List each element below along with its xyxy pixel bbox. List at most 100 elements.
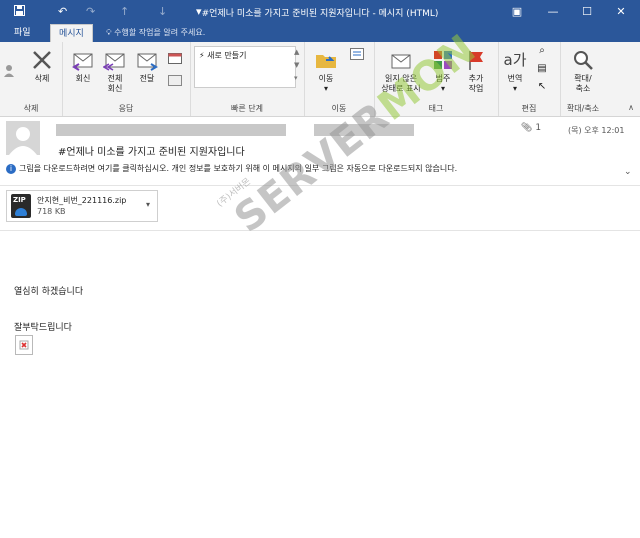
rules-button[interactable] bbox=[348, 48, 366, 63]
delete-icon bbox=[33, 51, 51, 69]
reply-all-icon bbox=[103, 53, 125, 71]
forward-button[interactable]: 전달 bbox=[132, 48, 162, 84]
more-respond-button[interactable] bbox=[166, 74, 184, 89]
message-header: 📎︎ 1 (목) 오후 12:01 #언제나 미소를 가지고 준비된 지원자입니… bbox=[0, 117, 640, 187]
zip-file-icon: ZIP bbox=[11, 194, 31, 218]
move-button[interactable]: 이동 ▾ bbox=[310, 48, 342, 94]
follow-up-button[interactable]: 추가 작업 bbox=[460, 48, 492, 94]
group-label-tags: 태그 bbox=[428, 104, 444, 113]
info-icon: i bbox=[6, 163, 16, 174]
reply-all-button[interactable]: 전체 회신 bbox=[100, 48, 130, 94]
tab-file[interactable]: 파일 bbox=[6, 24, 39, 42]
body-divider bbox=[0, 230, 640, 231]
header-divider bbox=[0, 185, 640, 186]
attachment-name: 안지현_비번_221116.zip bbox=[37, 196, 127, 205]
delete-button[interactable]: 삭제 bbox=[26, 48, 58, 84]
flag-icon bbox=[469, 51, 483, 70]
zoom-button[interactable]: 확대/ 축소 bbox=[564, 48, 602, 94]
more-respond-icon bbox=[168, 75, 182, 86]
mark-unread-label-1: 읽지 않은 bbox=[385, 74, 417, 83]
group-zoom: 확대/ 축소 확대/축소 bbox=[560, 42, 606, 116]
group-quick-steps: ⚡︎ 새로 만들기 ▲ ▼ ▾ 빠른 단계 bbox=[190, 42, 305, 116]
rules-icon bbox=[350, 48, 364, 60]
download-pictures-infobar[interactable]: i 그림을 다운로드하려면 여기를 클릭하십시오. 개인 정보를 보호하기 위해 … bbox=[6, 161, 632, 177]
translate-icon: a가 bbox=[503, 51, 527, 69]
zoom-label-2: 축소 bbox=[575, 84, 591, 93]
broken-image-icon bbox=[15, 335, 33, 355]
group-label-respond: 응답 bbox=[118, 104, 134, 113]
translate-label: 번역 bbox=[507, 74, 523, 83]
group-label-quick-steps: 빠른 단계 bbox=[231, 104, 263, 113]
sender-redacted bbox=[56, 124, 286, 136]
group-label-zoom: 확대/축소 bbox=[566, 104, 600, 113]
paperclip-icon: 📎︎ bbox=[521, 123, 533, 133]
meeting-icon bbox=[168, 53, 182, 64]
attachment-chip[interactable]: ZIP 안지현_비번_221116.zip 718 KB ▾ bbox=[6, 190, 158, 222]
group-label-delete: 삭제 bbox=[23, 104, 39, 113]
minimize-button[interactable]: — bbox=[540, 3, 566, 21]
header-expand-icon[interactable]: ⌄ bbox=[624, 167, 632, 177]
meeting-button[interactable] bbox=[166, 52, 184, 67]
related-button[interactable]: ▤ bbox=[532, 64, 552, 74]
find-button[interactable]: ⌕ bbox=[532, 46, 552, 56]
body-line-2: 잘부탁드립니다 bbox=[14, 323, 72, 333]
translate-button[interactable]: a가 번역 ▾ bbox=[500, 48, 530, 94]
forward-icon bbox=[137, 53, 158, 71]
quick-step-new-label: 새로 만들기 bbox=[207, 51, 247, 60]
ribbon: 삭제 삭제 회신 전체 회신 전달 응답 ⚡︎ 새로 만들기 ▲ ▼ ▾ 빠른 … bbox=[0, 42, 640, 117]
folder-move-icon bbox=[316, 55, 336, 68]
related-icon: ▤ bbox=[537, 63, 547, 74]
person-silhouette-icon bbox=[9, 127, 37, 155]
quick-steps-scroll[interactable]: ▲ ▼ ▾ bbox=[294, 46, 299, 85]
categorize-label: 범주 bbox=[435, 74, 451, 83]
ribbon-display-icon[interactable]: ▣ bbox=[504, 3, 530, 21]
group-respond: 회신 전체 회신 전달 응답 bbox=[62, 42, 191, 116]
tab-message[interactable]: 메시지 bbox=[50, 24, 93, 43]
attachment-count: 📎︎ 1 bbox=[521, 123, 541, 133]
zip-icon-label: ZIP bbox=[13, 196, 26, 204]
ribbon-tabs: 파일 메시지 💡︎ 수행할 작업을 알려 주세요. bbox=[0, 24, 640, 43]
delete-label: 삭제 bbox=[34, 74, 50, 83]
reply-button[interactable]: 회신 bbox=[68, 48, 98, 84]
maximize-button[interactable]: ☐ bbox=[574, 3, 600, 21]
lightbulb-icon: 💡︎ bbox=[106, 28, 112, 37]
body-line-1: 열심히 하겠습니다 bbox=[14, 287, 84, 297]
reply-all-label-1: 전체 bbox=[107, 74, 123, 83]
group-label-edit: 편집 bbox=[521, 104, 537, 113]
mark-unread-icon bbox=[391, 54, 411, 69]
categorize-button[interactable]: 범주 ▾ bbox=[428, 48, 458, 94]
translate-dropdown-icon: ▾ bbox=[512, 84, 517, 93]
quick-step-new[interactable]: ⚡︎ 새로 만들기 bbox=[195, 47, 295, 61]
collapse-ribbon-icon[interactable]: ∧ bbox=[628, 103, 634, 112]
select-icon: ↖ bbox=[537, 81, 547, 92]
group-move: 이동 ▾ 이동 bbox=[304, 42, 375, 116]
recipient-redacted bbox=[314, 124, 414, 136]
mark-unread-label-2: 상태로 표시 bbox=[381, 84, 421, 93]
message-time: (목) 오후 12:01 bbox=[568, 126, 625, 135]
attachment-size: 718 KB bbox=[37, 207, 66, 216]
categorize-icon bbox=[434, 51, 452, 69]
group-delete: 삭제 삭제 bbox=[0, 42, 63, 116]
quick-steps-gallery[interactable]: ⚡︎ 새로 만들기 bbox=[194, 46, 296, 88]
select-button[interactable]: ↖ bbox=[532, 82, 552, 92]
title-bar: ↶ ↷ ↑ ↓ ▾ #언제나 미소를 가지고 준비된 지원자입니다 - 메시지 … bbox=[0, 0, 640, 24]
attachment-count-value: 1 bbox=[535, 123, 542, 133]
avatar bbox=[6, 121, 40, 155]
move-dropdown-icon: ▾ bbox=[323, 84, 328, 93]
infobar-text: 그림을 다운로드하려면 여기를 클릭하십시오. 개인 정보를 보호하기 위해 이… bbox=[19, 164, 458, 173]
close-button[interactable]: ✕ bbox=[608, 3, 634, 21]
lightning-icon: ⚡︎ bbox=[199, 51, 205, 60]
follow-up-label-1: 추가 bbox=[468, 74, 484, 83]
reply-icon bbox=[72, 53, 93, 71]
move-label: 이동 bbox=[318, 74, 334, 83]
ignore-button[interactable] bbox=[2, 62, 20, 83]
follow-up-label-2: 작업 bbox=[468, 84, 484, 93]
group-label-move: 이동 bbox=[331, 104, 347, 113]
tell-me-box[interactable]: 💡︎ 수행할 작업을 알려 주세요. bbox=[106, 24, 205, 42]
ignore-icon bbox=[4, 65, 14, 77]
attachment-dropdown-icon[interactable]: ▾ bbox=[146, 200, 150, 209]
mark-unread-button[interactable]: 읽지 않은 상태로 표시 bbox=[376, 48, 426, 94]
find-icon: ⌕ bbox=[539, 45, 545, 56]
reply-label: 회신 bbox=[75, 74, 91, 83]
message-subject: #언제나 미소를 가지고 준비된 지원자입니다 bbox=[58, 147, 245, 158]
